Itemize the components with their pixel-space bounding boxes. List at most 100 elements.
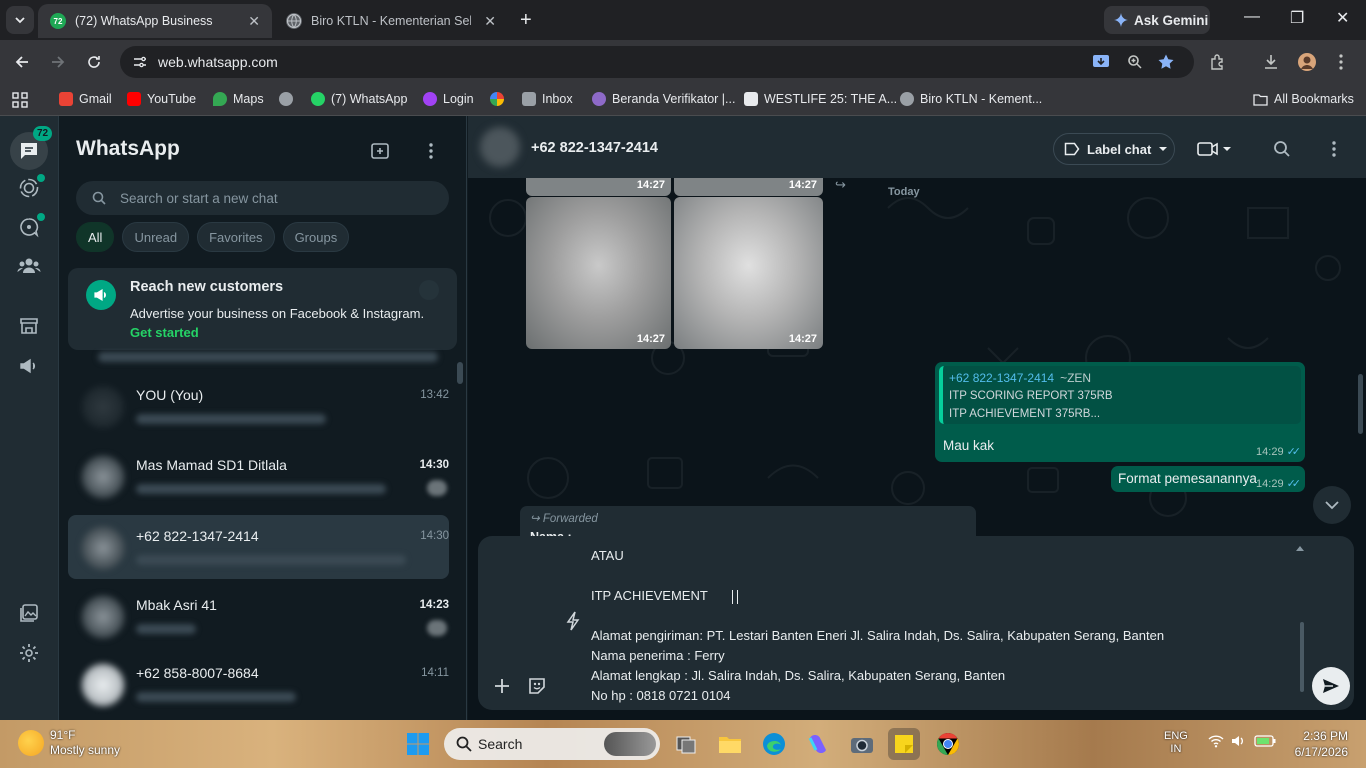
extensions-icon[interactable] [1208,52,1228,72]
camera-app-icon[interactable] [846,728,878,760]
quoted-message[interactable]: +62 822-1347-2414 ~ZEN ITP SCORING REPORT… [939,366,1301,424]
volume-icon[interactable] [1230,734,1246,748]
search-input[interactable]: Search or start a new chat [76,181,449,215]
message-input[interactable]: ATAU ITP ACHIEVEMENT Alamat pengiriman: … [591,546,1311,706]
all-bookmarks-button[interactable]: All Bookmarks [1253,92,1354,106]
composer-scrollbar[interactable] [1300,622,1304,692]
minimize-button[interactable]: — [1244,8,1260,26]
sticker-emoji-icon[interactable] [526,675,548,697]
chat-list-scrollbar[interactable] [457,362,463,384]
bookmark-star-icon[interactable] [1157,53,1175,71]
label-chat-button[interactable]: Label chat [1053,133,1175,165]
media-thumbnail[interactable]: 14:27 [674,197,823,349]
zoom-icon[interactable] [1127,54,1143,70]
promo-card[interactable]: Reach new customers Advertise your busin… [68,268,457,350]
conversation-menu-icon[interactable] [1323,138,1345,160]
arrow-right-icon [52,56,65,68]
restore-button[interactable]: ❐ [1290,8,1304,28]
chat-item-selected[interactable]: +62 822-1347-2414 14:30 [68,515,449,579]
bookmark-whatsapp[interactable]: (7) WhatsApp [311,92,407,106]
ask-gemini-button[interactable]: Ask Gemini [1104,6,1210,34]
bookmark-maps[interactable]: Maps [213,92,264,106]
forwarded-label: ↪ Forwarded [530,513,598,525]
install-app-icon[interactable] [1090,51,1112,73]
new-tab-button[interactable]: + [520,10,532,30]
tab-search-dropdown[interactable] [6,6,34,34]
media-thumbnail[interactable]: 14:27 [526,197,671,349]
promo-close-icon[interactable] [419,280,439,300]
list-item[interactable] [68,348,449,372]
scroll-to-bottom-button[interactable] [1313,486,1351,524]
media-thumbnail[interactable]: 14:27 [526,178,671,196]
contact-avatar[interactable] [480,127,520,167]
chat-item-mas-mamad[interactable]: Mas Mamad SD1 Ditlala 14:30 [68,444,449,508]
search-messages-icon[interactable] [1271,138,1293,160]
chats-icon[interactable] [17,139,41,163]
address-bar[interactable]: web.whatsapp.com [120,46,1194,78]
apps-grid-icon[interactable] [12,92,28,108]
close-tab-icon[interactable]: ✕ [248,13,260,30]
chat-name: Mas Mamad SD1 Ditlala [136,457,287,473]
back-button[interactable] [12,52,32,72]
wifi-icon[interactable] [1208,734,1224,748]
chat-item-you[interactable]: YOU (You) 13:42 [68,374,449,438]
message-composer[interactable]: ATAU ITP ACHIEVEMENT Alamat pengiriman: … [478,536,1354,710]
catalog-icon[interactable] [17,314,41,338]
bookmark-youtube[interactable]: YouTube [127,92,196,106]
chrome-icon[interactable] [932,728,964,760]
bookmark-login[interactable]: Login [423,92,474,106]
filter-unread[interactable]: Unread [122,222,190,252]
system-clock[interactable]: 2:36 PM 6/17/2026 [1295,728,1348,760]
tab-biro-ktln[interactable]: Biro KTLN - Kementerian Sekretariat Nega… [274,4,508,38]
attach-plus-icon[interactable] [491,675,513,697]
promo-get-started-link[interactable]: Get started [130,325,199,340]
bookmark-westlife[interactable]: WESTLIFE 25: THE A... [744,92,897,106]
task-view-icon[interactable] [670,728,702,760]
forward-icon[interactable]: ↪ [835,177,846,193]
downloads-icon[interactable] [1261,52,1281,72]
settings-gear-icon[interactable] [17,641,41,665]
close-window-button[interactable]: ✕ [1336,8,1349,28]
communities-icon[interactable] [17,254,41,278]
weather-widget[interactable]: 91°F Mostly sunny [18,728,120,758]
menu-kebab-icon[interactable] [420,140,442,162]
scroll-up-icon[interactable] [1294,542,1306,554]
language-indicator[interactable]: ENG IN [1164,730,1188,756]
battery-icon[interactable] [1254,735,1276,747]
new-chat-icon[interactable] [369,140,391,162]
advertise-icon[interactable] [17,354,41,378]
media-icon[interactable] [17,601,41,625]
chrome-menu-icon[interactable] [1331,52,1351,72]
sticky-notes-icon[interactable] [888,728,920,760]
filter-all[interactable]: All [76,222,115,252]
taskbar-search[interactable]: Search [444,728,660,760]
bookmark-globe[interactable] [279,92,293,106]
bookmark-photos[interactable] [490,92,504,106]
conversation-scrollbar[interactable] [1358,374,1363,434]
bookmark-verifikator[interactable]: Beranda Verifikator |... [592,92,735,106]
edge-browser-icon[interactable] [758,728,790,760]
chat-item-mbak-asri[interactable]: Mbak Asri 41 14:23 [68,584,449,648]
tab-whatsapp[interactable]: 72 (72) WhatsApp Business ✕ [38,4,272,38]
video-call-button[interactable] [1196,138,1232,160]
filter-groups[interactable]: Groups [282,222,350,252]
contact-name[interactable]: +62 822-1347-2414 [531,140,658,156]
bookmark-inbox[interactable]: Inbox [522,92,573,106]
outgoing-message[interactable]: Format pemesanannya 14:29 ✓✓ [1111,466,1305,492]
quick-replies-icon[interactable] [562,610,584,632]
send-button[interactable] [1312,667,1350,705]
site-settings-icon[interactable] [132,54,148,70]
close-tab-icon[interactable]: ✕ [484,13,496,30]
reload-button[interactable] [84,52,104,72]
bookmark-biro-ktln[interactable]: Biro KTLN - Kement... [900,92,1042,106]
forward-button[interactable] [48,52,68,72]
copilot-icon[interactable] [802,728,834,760]
profile-avatar[interactable] [1297,52,1317,72]
bookmark-gmail[interactable]: Gmail [59,92,112,106]
windows-start-icon[interactable] [402,728,434,760]
outgoing-message-reply[interactable]: +62 822-1347-2414 ~ZEN ITP SCORING REPORT… [935,362,1305,462]
filter-favorites[interactable]: Favorites [197,222,275,252]
file-explorer-icon[interactable] [714,728,746,760]
chat-item-unknown-number[interactable]: +62 858-8007-8684 14:11 [68,652,449,716]
media-thumbnail[interactable]: 14:27 [674,178,823,196]
